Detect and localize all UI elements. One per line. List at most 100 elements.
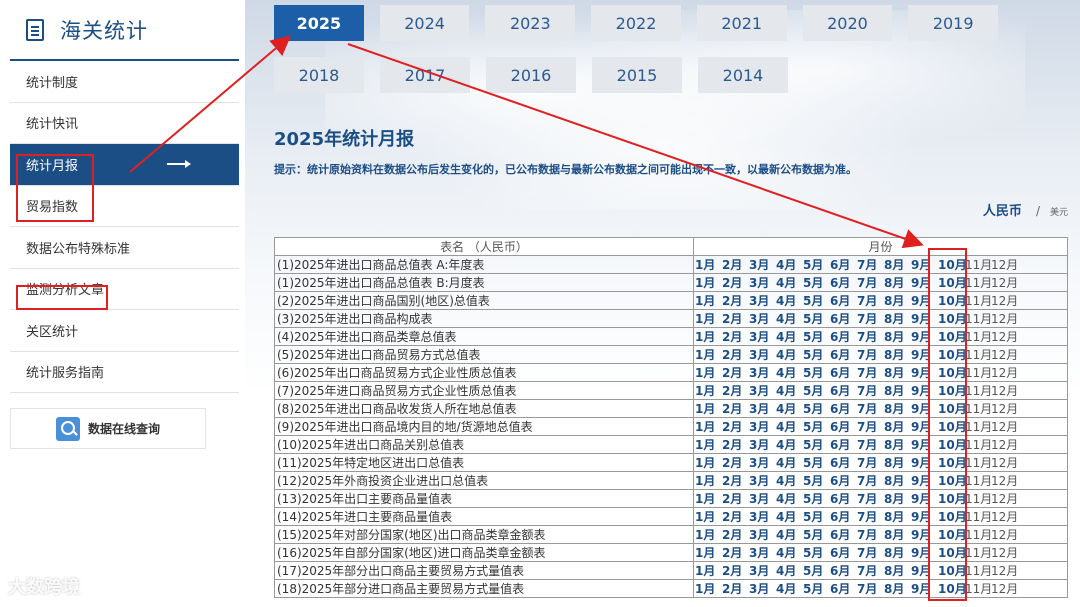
month-link[interactable]: 7月 [857, 346, 884, 363]
month-link[interactable]: 4月 [776, 400, 803, 417]
month-link[interactable]: 10月 [938, 328, 967, 345]
month-link[interactable]: 7月 [857, 400, 884, 417]
month-link[interactable]: 7月 [857, 526, 884, 543]
year-tab-2022[interactable]: 2022 [591, 5, 681, 41]
month-link[interactable]: 5月 [803, 418, 830, 435]
month-link[interactable]: 2月 [722, 382, 749, 399]
month-link[interactable]: 5月 [803, 454, 830, 471]
month-link[interactable]: 4月 [776, 436, 803, 453]
month-link[interactable]: 8月 [884, 508, 911, 525]
year-tab-2021[interactable]: 2021 [696, 5, 787, 41]
month-link[interactable]: 1月 [695, 472, 722, 489]
month-link[interactable]: 9月 [911, 472, 938, 489]
month-link[interactable]: 2月 [722, 490, 749, 507]
month-link[interactable]: 1月 [695, 436, 722, 453]
sidebar-item-monthly-report[interactable]: 统计月报 [10, 144, 239, 186]
month-link[interactable]: 7月 [857, 436, 884, 453]
year-tab-2018[interactable]: 2018 [274, 57, 364, 93]
month-link[interactable]: 3月 [749, 472, 776, 489]
month-link[interactable]: 5月 [803, 526, 830, 543]
month-link[interactable]: 4月 [776, 454, 803, 471]
month-link[interactable]: 10月 [938, 490, 967, 507]
sidebar-item-service-guide[interactable]: 统计服务指南 [10, 352, 239, 393]
month-link[interactable]: 9月 [911, 364, 938, 381]
month-link[interactable]: 7月 [857, 490, 884, 507]
sidebar-item-special-standard[interactable]: 数据公布特殊标准 [10, 227, 239, 269]
month-link[interactable]: 3月 [749, 382, 776, 399]
month-link[interactable]: 4月 [776, 382, 803, 399]
month-link[interactable]: 10月 [938, 508, 967, 525]
month-link[interactable]: 5月 [803, 562, 830, 579]
month-link[interactable]: 5月 [803, 274, 830, 291]
sidebar-item-district-stats[interactable]: 关区统计 [10, 310, 239, 352]
month-link[interactable]: 9月 [911, 328, 938, 345]
month-link[interactable]: 6月 [830, 580, 857, 597]
month-link[interactable]: 5月 [803, 400, 830, 417]
month-link[interactable]: 5月 [803, 436, 830, 453]
month-link[interactable]: 1月 [695, 508, 722, 525]
month-link[interactable]: 3月 [749, 274, 776, 291]
month-link[interactable]: 6月 [830, 310, 857, 327]
month-link[interactable]: 3月 [749, 508, 776, 525]
month-link[interactable]: 9月 [911, 310, 938, 327]
month-link[interactable]: 1月 [695, 292, 722, 309]
month-link[interactable]: 10月 [938, 346, 967, 363]
month-link[interactable]: 2月 [722, 436, 749, 453]
month-link[interactable]: 4月 [776, 310, 803, 327]
sidebar-item-stat-flash[interactable]: 统计快讯 [10, 103, 239, 144]
month-link[interactable]: 7月 [857, 382, 884, 399]
month-link[interactable]: 10月 [938, 472, 967, 489]
month-link[interactable]: 2月 [722, 400, 749, 417]
month-link[interactable]: 10月 [938, 526, 967, 543]
online-data-query-button[interactable]: 数据在线查询 [10, 408, 206, 449]
month-link[interactable]: 2月 [722, 292, 749, 309]
month-link[interactable]: 10月 [938, 544, 967, 561]
month-link[interactable]: 3月 [749, 544, 776, 561]
month-link[interactable]: 8月 [884, 544, 911, 561]
month-link[interactable]: 6月 [830, 400, 857, 417]
month-link[interactable]: 6月 [830, 382, 857, 399]
month-link[interactable]: 2月 [722, 256, 749, 273]
month-link[interactable]: 2月 [722, 580, 749, 597]
month-link[interactable]: 9月 [911, 580, 938, 597]
month-link[interactable]: 8月 [884, 256, 911, 273]
year-tab-2023[interactable]: 2023 [485, 5, 576, 41]
month-link[interactable]: 6月 [830, 526, 857, 543]
month-link[interactable]: 8月 [884, 382, 911, 399]
month-link[interactable]: 2月 [722, 508, 749, 525]
month-link[interactable]: 10月 [938, 562, 967, 579]
month-link[interactable]: 5月 [803, 490, 830, 507]
month-link[interactable]: 7月 [857, 580, 884, 597]
month-link[interactable]: 6月 [830, 544, 857, 561]
month-link[interactable]: 7月 [857, 310, 884, 327]
month-link[interactable]: 2月 [722, 526, 749, 543]
month-link[interactable]: 3月 [749, 526, 776, 543]
month-link[interactable]: 9月 [911, 490, 938, 507]
month-link[interactable]: 8月 [884, 400, 911, 417]
month-link[interactable]: 5月 [803, 346, 830, 363]
month-link[interactable]: 1月 [695, 562, 722, 579]
month-link[interactable]: 3月 [749, 562, 776, 579]
month-link[interactable]: 10月 [938, 400, 967, 417]
month-link[interactable]: 6月 [830, 328, 857, 345]
sidebar-item-trade-index[interactable]: 贸易指数 [10, 186, 239, 227]
month-link[interactable]: 3月 [749, 256, 776, 273]
month-link[interactable]: 8月 [884, 580, 911, 597]
month-link[interactable]: 9月 [911, 418, 938, 435]
month-link[interactable]: 9月 [911, 382, 938, 399]
month-link[interactable]: 2月 [722, 562, 749, 579]
month-link[interactable]: 2月 [722, 310, 749, 327]
year-tab-2017[interactable]: 2017 [380, 57, 470, 93]
year-tab-2025[interactable]: 2025 [274, 5, 364, 41]
month-link[interactable]: 8月 [884, 454, 911, 471]
month-link[interactable]: 6月 [830, 256, 857, 273]
month-link[interactable]: 6月 [830, 292, 857, 309]
month-link[interactable]: 4月 [776, 580, 803, 597]
month-link[interactable]: 9月 [911, 274, 938, 291]
month-link[interactable]: 8月 [884, 472, 911, 489]
month-link[interactable]: 3月 [749, 418, 776, 435]
month-link[interactable]: 2月 [722, 472, 749, 489]
month-link[interactable]: 2月 [722, 454, 749, 471]
month-link[interactable]: 5月 [803, 382, 830, 399]
month-link[interactable]: 2月 [722, 346, 749, 363]
